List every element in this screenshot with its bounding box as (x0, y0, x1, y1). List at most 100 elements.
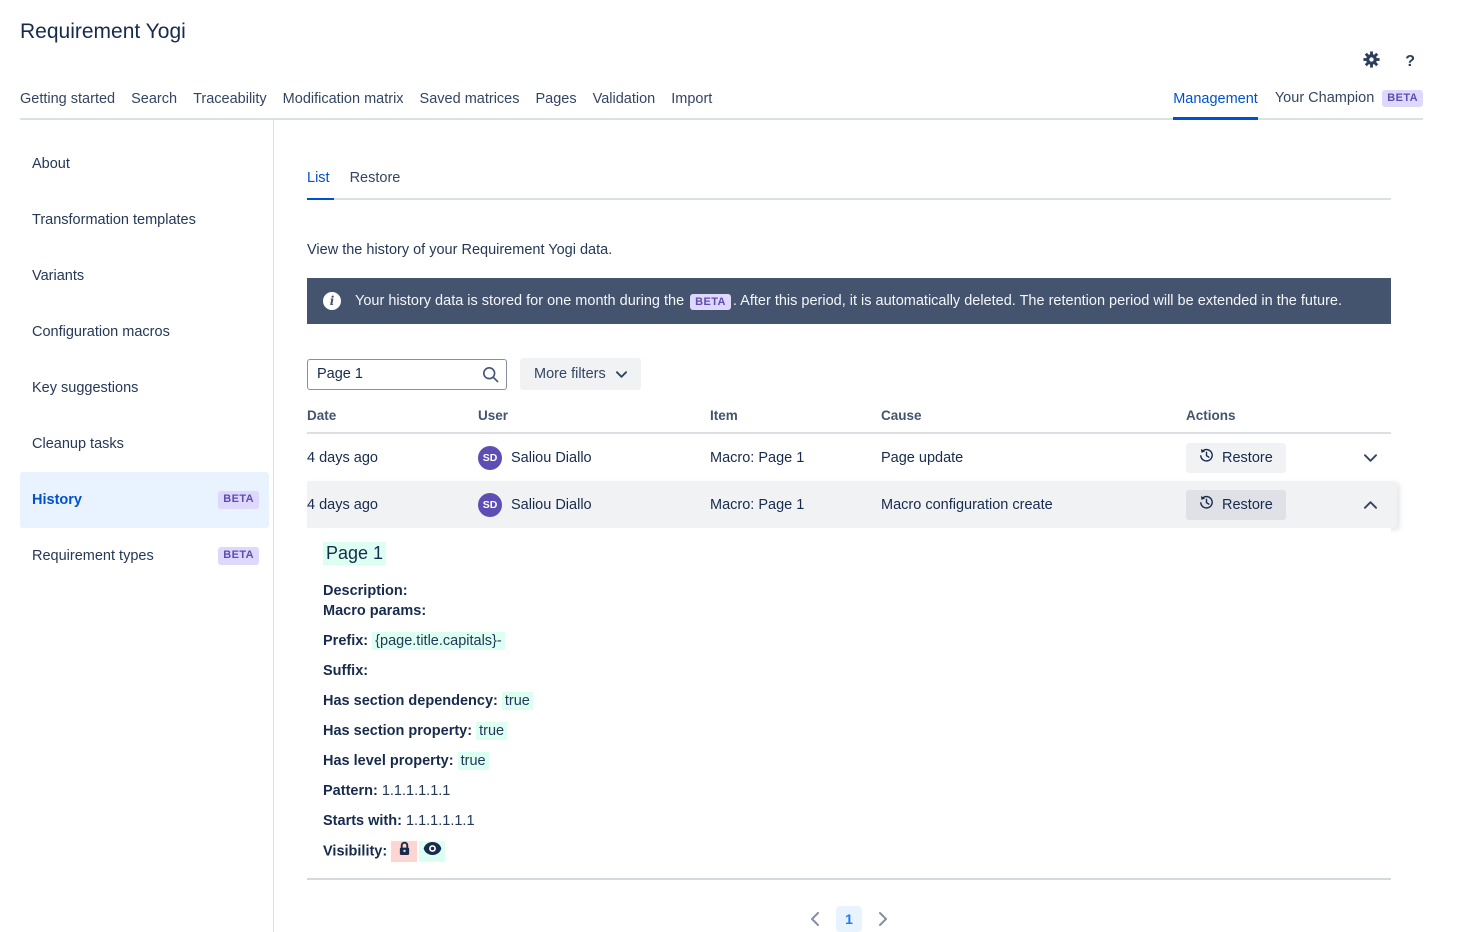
column-header-user: User (478, 408, 509, 423)
detail-line-pattern: Pattern: 1.1.1.1.1.1 (323, 781, 1375, 801)
detail-line-prefix: Prefix: {page.title.capitals}- (323, 631, 1375, 651)
beta-badge: BETA (1382, 89, 1423, 107)
nav-item-import[interactable]: Import (671, 91, 712, 120)
beta-badge: BETA (690, 293, 731, 310)
sidebar-item-transformation-templates[interactable]: Transformation templates (20, 192, 269, 248)
sidebar-item-cleanup-tasks[interactable]: Cleanup tasks (20, 416, 269, 472)
filter-bar: More filters (307, 358, 1391, 390)
restore-button[interactable]: Restore (1186, 489, 1286, 520)
search-icon[interactable] (482, 366, 499, 387)
page-number-button[interactable]: 1 (836, 906, 862, 932)
column-header-cause: Cause (881, 408, 922, 423)
nav-item-search[interactable]: Search (131, 91, 177, 120)
detail-label: Has section property: (323, 723, 473, 739)
gear-icon[interactable] (1362, 50, 1381, 73)
page-title: Requirement Yogi (20, 20, 186, 43)
detail-line-has-section-property: Has section property: true (323, 721, 1375, 741)
page: Requirement Yogi ? Getting started Searc… (0, 0, 1464, 932)
main-panel: List Restore View the history of your Re… (307, 120, 1397, 932)
search-wrap (307, 358, 507, 390)
column-header-actions: Actions (1186, 408, 1236, 423)
restore-label: Restore (1222, 449, 1273, 466)
sidebar-item-requirement-types[interactable]: Requirement types BETA (20, 528, 269, 584)
table-row[interactable]: 4 days ago SD Saliou Diallo Macro: Page … (307, 434, 1391, 481)
detail-label: Visibility: (323, 843, 388, 860)
sidebar-item-variants[interactable]: Variants (20, 248, 269, 304)
banner-text-before: Your history data is stored for one mont… (355, 292, 689, 309)
row-actions: Restore (1186, 489, 1391, 520)
tab-restore[interactable]: Restore (350, 170, 405, 198)
detail-line-suffix: Suffix: (323, 661, 1375, 681)
next-page-chevron-right-icon[interactable] (875, 908, 892, 930)
nav-item-label: Your Champion (1274, 90, 1375, 107)
sidebar-item-label: Requirement types (32, 548, 154, 564)
search-input[interactable] (307, 358, 507, 390)
history-detail-panel: Page 1 Description: Macro params: Prefix… (307, 528, 1391, 880)
detail-value: true (457, 752, 489, 770)
row-item: Macro: Page 1 (710, 496, 805, 513)
nav-item-management[interactable]: Management (1173, 91, 1258, 120)
help-icon[interactable]: ? (1405, 53, 1415, 71)
nav-item-traceability[interactable]: Traceability (193, 91, 267, 120)
more-filters-button[interactable]: More filters (520, 358, 641, 390)
sidebar-item-history[interactable]: History BETA (20, 472, 269, 528)
table-header: Date User Item Cause Actions (307, 408, 1391, 434)
sidebar-item-label: Key suggestions (32, 380, 139, 396)
detail-value: true (476, 722, 508, 740)
nav-item-modification-matrix[interactable]: Modification matrix (283, 91, 404, 120)
detail-label: Description: (323, 583, 408, 599)
previous-page-chevron-left-icon[interactable] (806, 908, 823, 930)
restore-button[interactable]: Restore (1186, 442, 1286, 473)
lock-icon (391, 841, 418, 862)
main-nav: Getting started Search Traceability Modi… (20, 91, 712, 120)
row-item: Macro: Page 1 (710, 449, 805, 466)
restore-label: Restore (1222, 496, 1273, 513)
table-row-expanded[interactable]: 4 days ago SD Saliou Diallo Macro: Page … (307, 481, 1397, 528)
nav-item-your-champion[interactable]: Your Champion BETA (1274, 89, 1423, 120)
tab-list[interactable]: List (307, 170, 334, 200)
sidebar-item-label: Configuration macros (32, 324, 170, 340)
expand-chevron-down-icon[interactable] (1360, 450, 1381, 466)
intro-text: View the history of your Requirement Yog… (307, 242, 613, 258)
sidebar-item-key-suggestions[interactable]: Key suggestions (20, 360, 269, 416)
sidebar-item-configuration-macros[interactable]: Configuration macros (20, 304, 269, 360)
user-name: Saliou Diallo (511, 449, 592, 466)
more-filters-label: More filters (534, 366, 606, 382)
banner-text: Your history data is stored for one mont… (355, 292, 1342, 310)
avatar: SD (478, 445, 502, 470)
detail-value: 1.1.1.1.1.1 (405, 813, 475, 829)
detail-value: true (501, 692, 533, 710)
beta-badge: BETA (218, 491, 259, 509)
nav-item-validation[interactable]: Validation (593, 91, 656, 120)
detail-label: Prefix: (323, 633, 369, 649)
detail-line-has-section-dependency: Has section dependency: true (323, 691, 1375, 711)
detail-line-macro-params: Macro params: (323, 601, 1375, 621)
avatar: SD (478, 492, 502, 517)
row-user: SD Saliou Diallo (478, 492, 710, 517)
sidebar-item-label: Transformation templates (32, 212, 196, 228)
info-banner: i Your history data is stored for one mo… (307, 278, 1391, 324)
restore-history-icon (1199, 448, 1214, 467)
row-cause: Page update (881, 449, 964, 466)
nav-item-saved-matrices[interactable]: Saved matrices (420, 91, 520, 120)
sidebar-item-label: About (32, 156, 70, 172)
detail-line-description: Description: (323, 581, 1375, 601)
detail-label: Macro params: (323, 603, 427, 619)
sidebar-item-about[interactable]: About (20, 136, 269, 192)
row-actions: Restore (1186, 442, 1391, 473)
nav-item-pages[interactable]: Pages (535, 91, 576, 120)
content-area: About Transformation templates Variants … (0, 120, 1464, 932)
column-header-item: Item (710, 408, 738, 423)
detail-value: {page.title.capitals}- (372, 632, 505, 650)
main-nav-right: Management Your Champion BETA (1173, 89, 1423, 120)
row-cause: Macro configuration create (881, 496, 1053, 513)
info-icon: i (323, 292, 341, 310)
detail-label: Pattern: (323, 783, 378, 799)
nav-item-getting-started[interactable]: Getting started (20, 91, 115, 120)
detail-line-visibility: Visibility: (323, 841, 1375, 862)
collapse-chevron-up-icon[interactable] (1360, 497, 1381, 513)
topbar-icons: ? (1362, 50, 1415, 73)
top-bar: Requirement Yogi ? Getting started Searc… (20, 0, 1423, 120)
row-user: SD Saliou Diallo (478, 445, 710, 470)
detail-label: Has section dependency: (323, 693, 498, 709)
